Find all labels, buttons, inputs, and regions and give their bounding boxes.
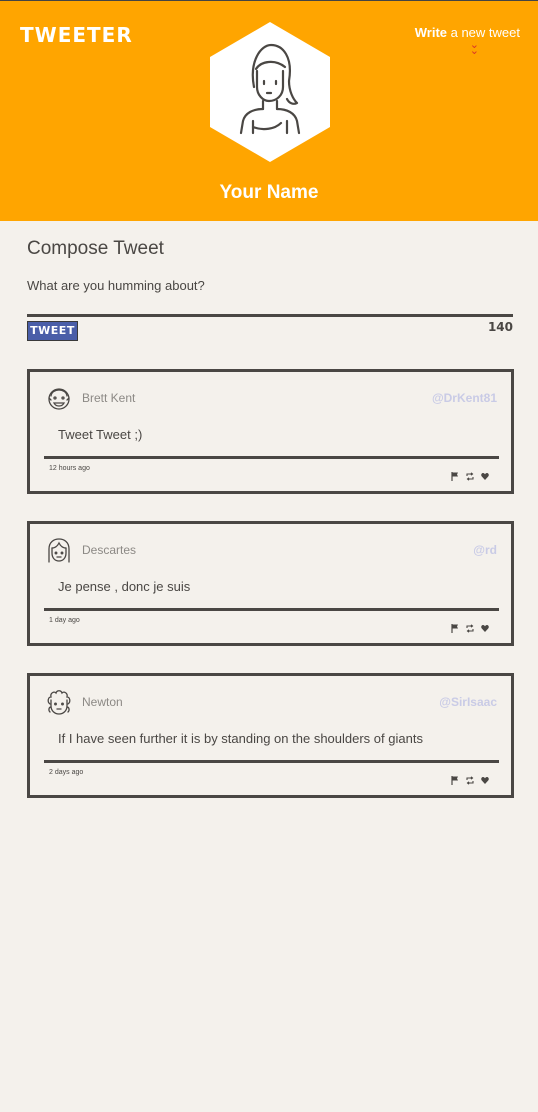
tweet-author: Descartes	[82, 543, 137, 557]
tweet-divider	[44, 456, 499, 459]
flag-icon[interactable]	[451, 466, 459, 481]
char-counter: 140	[487, 320, 513, 334]
tweet-timestamp: 2 days ago	[49, 769, 84, 776]
profile-name: Your Name	[219, 182, 319, 203]
write-label-bold: Write	[414, 25, 447, 40]
tweet-card: Newton @SirIsaac If I have seen further …	[27, 673, 514, 798]
tweet-actions	[451, 770, 489, 785]
flag-icon[interactable]	[451, 770, 459, 785]
heart-icon[interactable]	[481, 466, 489, 480]
tweet-divider	[44, 608, 499, 611]
tweet-text: If I have seen further it is by standing…	[58, 731, 423, 746]
tweet-handle[interactable]: @SirIsaac	[439, 695, 497, 709]
heart-icon[interactable]	[481, 618, 489, 632]
compose-title: Compose Tweet	[27, 238, 164, 259]
heart-icon[interactable]	[481, 770, 489, 784]
tweet-timestamp: 12 hours ago	[49, 465, 90, 472]
tweet-author: Brett Kent	[82, 391, 136, 405]
tweet-handle[interactable]: @rd	[473, 543, 497, 557]
compose-divider	[27, 314, 513, 317]
tweet-author: Newton	[82, 695, 123, 709]
tweet-handle[interactable]: @DrKent81	[432, 391, 497, 405]
retweet-icon[interactable]	[466, 618, 474, 633]
tweet-card: Brett Kent @DrKent81 Tweet Tweet ;) 12 h…	[27, 369, 514, 494]
double-chevron-down-icon[interactable]: ⌄ ⌄	[470, 39, 479, 56]
tweet-card: Descartes @rd Je pense , donc je suis 1 …	[27, 521, 514, 646]
tweet-text: Je pense , donc je suis	[58, 579, 191, 594]
compose-section: Compose Tweet What are you humming about…	[27, 238, 513, 341]
tweet-actions	[451, 618, 489, 633]
retweet-icon[interactable]	[466, 466, 474, 481]
write-new-tweet-link[interactable]: Write a new tweet	[415, 25, 520, 40]
flag-icon[interactable]	[451, 618, 459, 633]
tweet-button[interactable]: TWEET	[27, 321, 78, 341]
write-label-rest: a new tweet	[447, 25, 520, 40]
profile-avatar	[210, 22, 330, 162]
brand-logo[interactable]: TWEETER	[20, 23, 133, 47]
smiling-man-avatar-icon	[48, 388, 70, 410]
profile-header: TWEETER Write a new tweet ⌄ ⌄ Your Name	[0, 0, 538, 221]
retweet-icon[interactable]	[466, 770, 474, 785]
curly-hair-avatar-icon	[47, 690, 71, 715]
tweet-textarea[interactable]: What are you humming about?	[27, 278, 513, 293]
tweet-text: Tweet Tweet ;)	[58, 427, 143, 442]
long-hair-avatar-icon	[48, 538, 70, 563]
tweet-divider	[44, 760, 499, 763]
tweet-actions	[451, 466, 489, 481]
tweet-timestamp: 1 day ago	[49, 617, 80, 624]
